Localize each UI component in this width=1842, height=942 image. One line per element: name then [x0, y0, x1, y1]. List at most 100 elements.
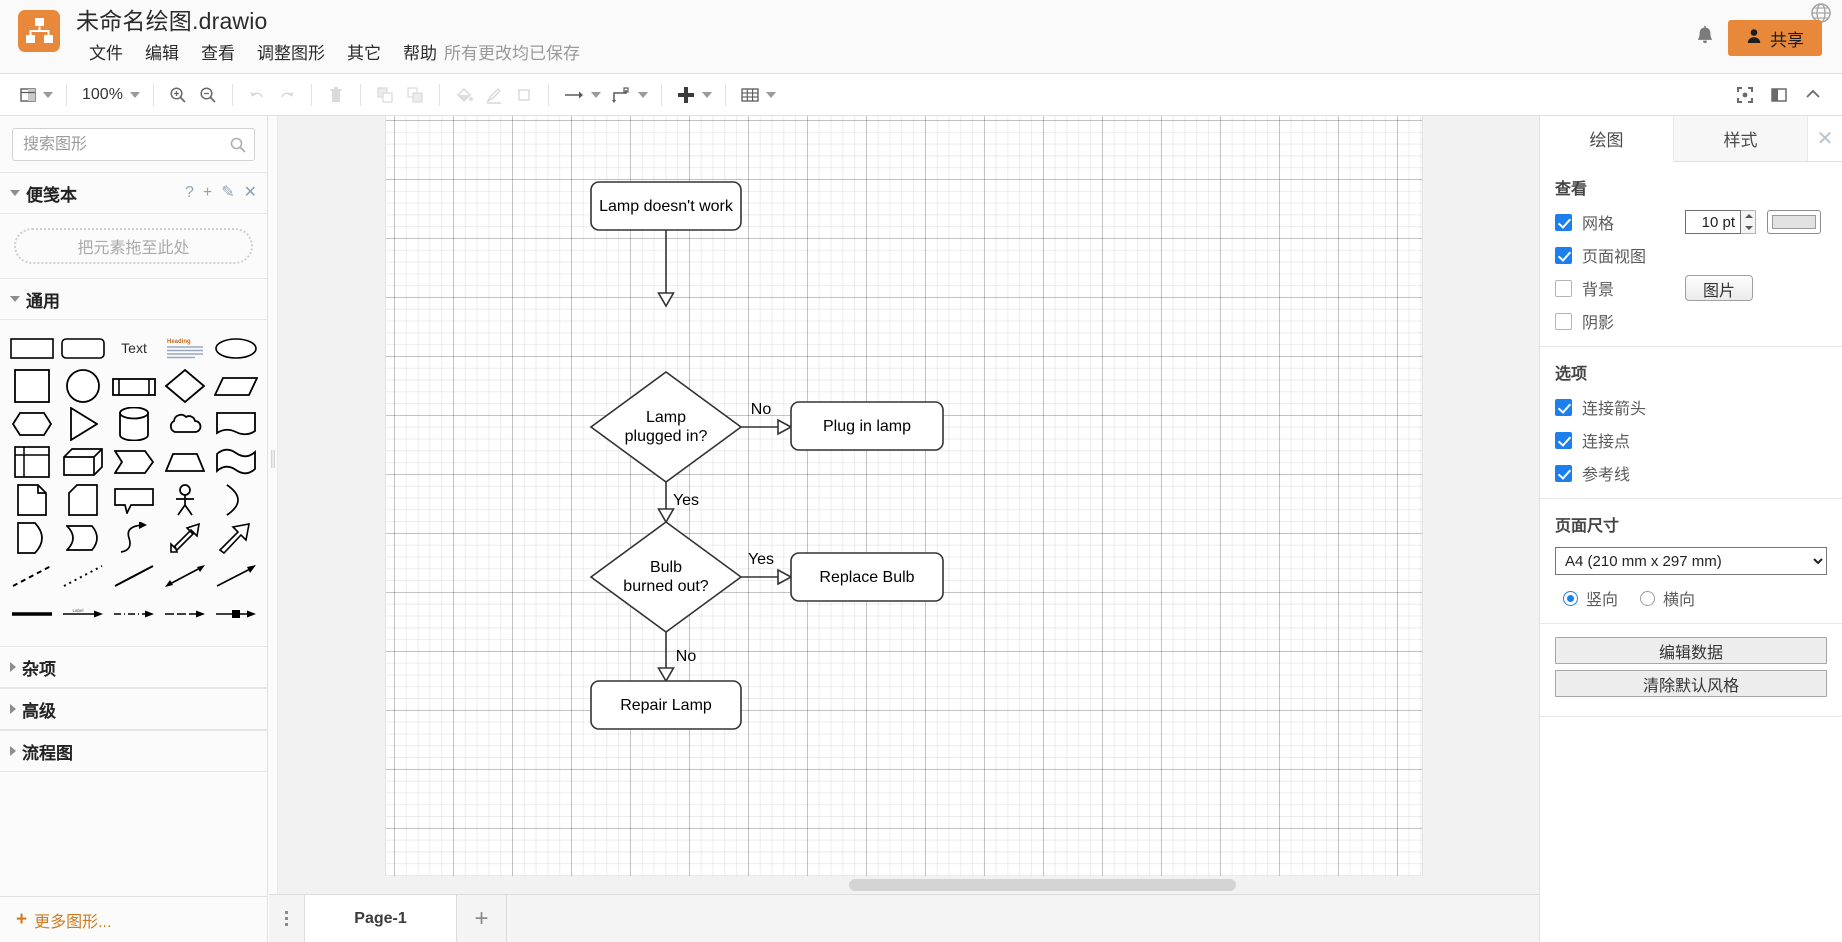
- shadow-label[interactable]: 阴影: [1582, 309, 1614, 333]
- background-image-button[interactable]: 图片: [1685, 275, 1753, 301]
- add-icon[interactable]: +: [203, 185, 212, 201]
- shape-cloud[interactable]: [159, 406, 210, 442]
- shape-parallelogram[interactable]: [210, 368, 261, 404]
- help-icon[interactable]: ?: [185, 185, 194, 201]
- node-lamp-plugged-in[interactable]: Lamp plugged in?: [589, 371, 743, 483]
- shape-dash-dot-link[interactable]: [108, 596, 159, 632]
- shadow-icon[interactable]: [509, 80, 539, 110]
- search-icon[interactable]: [229, 136, 247, 159]
- shape-cylinder[interactable]: [108, 406, 159, 442]
- view-dropdown-button[interactable]: [14, 82, 57, 108]
- add-page-button[interactable]: +: [457, 895, 507, 942]
- guides-checkbox[interactable]: [1555, 464, 1572, 482]
- shape-delay[interactable]: [57, 520, 108, 556]
- close-panel-icon[interactable]: ✕: [1808, 116, 1842, 161]
- edge-start-to-plugged[interactable]: [657, 230, 675, 308]
- shape-rectangle[interactable]: [6, 330, 57, 366]
- stepper-down-icon[interactable]: [1741, 222, 1755, 233]
- grid-size-input[interactable]: [1685, 210, 1741, 234]
- connection-arrows-label[interactable]: 连接箭头: [1582, 395, 1646, 419]
- scratchpad-drop-area[interactable]: 把元素拖至此处: [14, 228, 253, 264]
- landscape-label[interactable]: 横向: [1663, 586, 1695, 610]
- undo-icon[interactable]: [242, 80, 272, 110]
- menu-extras[interactable]: 其它: [336, 36, 392, 67]
- section-misc[interactable]: 杂项: [0, 646, 267, 688]
- shape-line[interactable]: [108, 558, 159, 594]
- shape-arrow[interactable]: [210, 520, 261, 556]
- shape-process[interactable]: [108, 368, 159, 404]
- zoom-dropdown-button[interactable]: 100%: [76, 83, 144, 107]
- format-panel-toggle-icon[interactable]: [1764, 80, 1794, 110]
- edge-bulb-to-repair[interactable]: [657, 632, 675, 683]
- horizontal-scrollbar-track[interactable]: [269, 876, 1539, 894]
- landscape-radio[interactable]: [1640, 590, 1656, 606]
- shape-bidirectional-line[interactable]: [159, 558, 210, 594]
- edit-icon[interactable]: ✎: [221, 185, 234, 201]
- edge-bulb-to-replace[interactable]: [741, 568, 793, 586]
- shape-actor[interactable]: [159, 482, 210, 518]
- page-view-checkbox[interactable]: [1555, 246, 1572, 264]
- page-view-label[interactable]: 页面视图: [1582, 243, 1646, 267]
- diagram-canvas[interactable]: No Yes Yes No Lamp doesn't work Lamp plu…: [269, 116, 1539, 894]
- connection-points-label[interactable]: 连接点: [1582, 428, 1630, 452]
- shape-label-arrow[interactable]: [210, 596, 261, 632]
- shape-hexagon[interactable]: [6, 406, 57, 442]
- shape-bidirectional-arrow[interactable]: [159, 520, 210, 556]
- menu-arrange[interactable]: 调整图形: [246, 36, 336, 67]
- search-input[interactable]: [13, 129, 254, 160]
- menu-edit[interactable]: 编辑: [134, 36, 190, 67]
- shape-link[interactable]: [6, 596, 57, 632]
- portrait-label[interactable]: 竖向: [1586, 586, 1618, 610]
- connection-dropdown-button[interactable]: [605, 82, 652, 108]
- shape-cube[interactable]: [57, 444, 108, 480]
- node-repair-lamp[interactable]: Repair Lamp: [590, 680, 742, 730]
- section-flowchart[interactable]: 流程图: [0, 730, 267, 772]
- grid-checkbox[interactable]: [1555, 213, 1572, 231]
- shape-note[interactable]: [6, 482, 57, 518]
- shape-trapezoid[interactable]: [159, 444, 210, 480]
- delete-icon[interactable]: [321, 80, 351, 110]
- zoom-out-icon[interactable]: [193, 80, 223, 110]
- page-size-select[interactable]: A4 (210 mm x 297 mm) A5 (148 mm x 210 mm…: [1555, 547, 1827, 575]
- send-to-back-icon[interactable]: [400, 80, 430, 110]
- page-sheet[interactable]: No Yes Yes No Lamp doesn't work Lamp plu…: [386, 116, 1422, 886]
- shape-long-dash-link[interactable]: [159, 596, 210, 632]
- fullscreen-icon[interactable]: [1730, 80, 1760, 110]
- shape-data-storage[interactable]: [6, 520, 57, 556]
- shape-or[interactable]: [210, 482, 261, 518]
- background-label[interactable]: 背景: [1582, 276, 1614, 300]
- menu-view[interactable]: 查看: [190, 36, 246, 67]
- shape-document[interactable]: [210, 406, 261, 442]
- section-general[interactable]: 通用: [0, 278, 267, 320]
- horizontal-scrollbar-thumb[interactable]: [849, 879, 1236, 891]
- shape-dashed-link[interactable]: Label: [57, 596, 108, 632]
- page-tab-page-1[interactable]: Page-1: [305, 895, 457, 942]
- shape-diamond[interactable]: [159, 368, 210, 404]
- line-color-icon[interactable]: [479, 80, 509, 110]
- tab-diagram[interactable]: 绘图: [1540, 116, 1674, 162]
- zoom-in-icon[interactable]: [163, 80, 193, 110]
- sidebar-resize-handle[interactable]: [268, 116, 278, 894]
- table-dropdown-button[interactable]: [735, 82, 780, 108]
- stepper-up-icon[interactable]: [1741, 211, 1755, 222]
- shape-internal-storage[interactable]: [6, 444, 57, 480]
- clear-default-style-button[interactable]: 清除默认风格: [1555, 670, 1827, 697]
- edge-plugged-to-bulb[interactable]: [657, 482, 675, 524]
- shape-textbox[interactable]: Heading: [159, 330, 210, 366]
- shape-search-box[interactable]: [12, 128, 255, 161]
- flowchart-diagram[interactable]: No Yes Yes No Lamp doesn't work Lamp plu…: [386, 116, 1422, 886]
- node-lamp-doesnt-work[interactable]: Lamp doesn't work: [590, 181, 742, 231]
- shape-s-curve-arrow[interactable]: [108, 520, 159, 556]
- section-advanced[interactable]: 高级: [0, 688, 267, 730]
- shape-card[interactable]: [57, 482, 108, 518]
- guides-label[interactable]: 参考线: [1582, 461, 1630, 485]
- insert-dropdown-button[interactable]: [671, 81, 716, 109]
- shape-triangle[interactable]: [57, 406, 108, 442]
- grid-label[interactable]: 网格: [1582, 210, 1614, 234]
- shadow-checkbox[interactable]: [1555, 312, 1572, 330]
- shape-step[interactable]: [108, 444, 159, 480]
- shape-tape[interactable]: [210, 444, 261, 480]
- redo-icon[interactable]: [272, 80, 302, 110]
- shape-directional-line[interactable]: [210, 558, 261, 594]
- shape-dotted-line[interactable]: [57, 558, 108, 594]
